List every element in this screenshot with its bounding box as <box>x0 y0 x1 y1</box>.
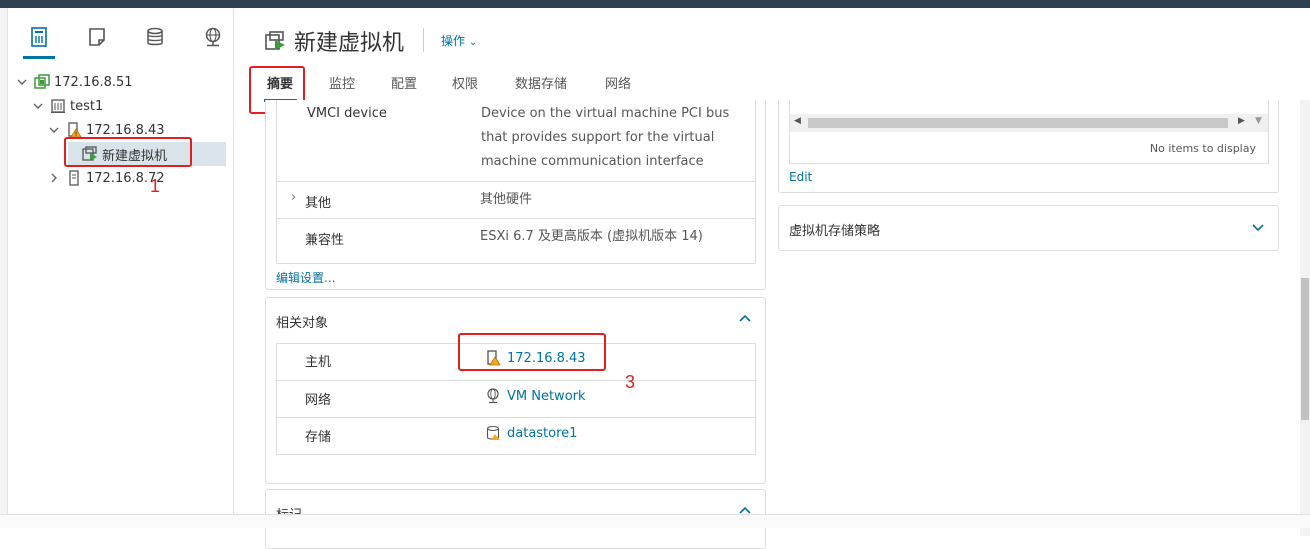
actions-label: 操作 <box>441 34 466 48</box>
tab-networks[interactable]: 网络 <box>605 73 631 92</box>
host-icon <box>31 27 47 47</box>
page-title: 新建虚拟机 <box>294 31 405 56</box>
chevron-right-icon[interactable] <box>48 172 60 184</box>
chevron-up-icon[interactable] <box>737 310 753 326</box>
tree-node-vcenter[interactable]: 172.16.8.51 <box>16 71 133 93</box>
network-globe-icon <box>205 27 221 47</box>
tree-label-vcenter: 172.16.8.51 <box>54 74 133 90</box>
host-warning-icon <box>66 122 82 138</box>
vcenter-icon <box>34 74 50 90</box>
tree-label-host-43: 172.16.8.43 <box>86 122 165 138</box>
tab-configure[interactable]: 配置 <box>391 73 417 92</box>
vms-templates-tab[interactable] <box>86 26 108 48</box>
vm-icon <box>89 28 105 46</box>
related-objects-card: 相关对象 主机 172.16.8.43 网络 VM Network 存储 dat… <box>265 297 766 484</box>
horizontal-scrollbar[interactable]: ◀ ▶ ▼ <box>790 114 1268 132</box>
vm-powered-icon <box>264 30 286 52</box>
vmci-desc-line-3: machine communication interface <box>481 154 704 169</box>
chevron-down-icon[interactable] <box>16 76 28 88</box>
header-divider <box>423 28 424 52</box>
network-label: 网络 <box>305 393 332 408</box>
chevron-down-icon[interactable] <box>48 124 60 136</box>
page-scrollbar-thumb[interactable] <box>1301 278 1309 420</box>
top-header-bar <box>0 0 1310 8</box>
vm-storage-policy-card[interactable]: 虚拟机存储策略 <box>778 205 1279 251</box>
hardware-table: VMCI device Device on the virtual machin… <box>276 100 756 264</box>
actions-menu-button[interactable]: 操作 ⌄ <box>441 32 477 49</box>
no-items-text: No items to display <box>1149 142 1256 155</box>
tree-node-host-72[interactable]: 172.16.8.72 <box>48 167 165 189</box>
network-globe-icon <box>485 388 501 404</box>
database-icon <box>147 27 163 46</box>
hardware-row-other[interactable]: › 其他 其他硬件 <box>277 181 755 218</box>
chevron-down-icon[interactable] <box>32 100 44 112</box>
chevron-down-icon[interactable] <box>1250 219 1266 235</box>
network-link[interactable]: VM Network <box>485 388 586 404</box>
navigator-tabs <box>8 8 234 64</box>
tab-datastores[interactable]: 数据存储 <box>515 73 567 92</box>
other-value: 其他硬件 <box>480 192 533 207</box>
other-label: 其他 <box>305 196 332 211</box>
storage-link[interactable]: datastore1 <box>485 425 577 441</box>
main-content: 新建虚拟机 操作 ⌄ 摘要 监控 配置 权限 数据存储 网络 2 VMCI de… <box>236 8 1310 549</box>
scroll-right-icon[interactable]: ▶ <box>1238 116 1245 126</box>
scroll-down-icon[interactable]: ▼ <box>1255 116 1262 126</box>
compat-label: 兼容性 <box>305 233 345 248</box>
scroll-left-icon[interactable]: ◀ <box>794 116 801 126</box>
bottom-panel-bar <box>0 514 1310 528</box>
annotation-box-3 <box>458 333 606 371</box>
tab-monitor[interactable]: 监控 <box>329 73 355 92</box>
network-value: VM Network <box>507 388 586 404</box>
vmci-label: VMCI device <box>307 106 387 121</box>
annotation-number-1: 1 <box>150 176 161 196</box>
empty-grid: ◀ ▶ ▼ No items to display <box>789 100 1269 164</box>
related-row-storage: 存储 datastore1 <box>277 417 755 454</box>
storage-value: datastore1 <box>507 425 578 441</box>
related-objects-title: 相关对象 <box>276 316 329 331</box>
storage-tab[interactable] <box>144 26 166 48</box>
related-row-network: 网络 VM Network <box>277 380 755 417</box>
datacenter-icon <box>50 98 66 114</box>
annotation-number-3: 3 <box>625 372 636 392</box>
edit-link[interactable]: Edit <box>789 170 812 184</box>
storage-label: 存储 <box>305 430 332 445</box>
hosts-clusters-tab[interactable] <box>23 26 55 59</box>
annotation-box-1 <box>64 137 192 167</box>
scroll-thumb[interactable] <box>808 118 1228 128</box>
tree-label-datacenter: test1 <box>70 98 104 114</box>
networking-tab[interactable] <box>202 26 224 48</box>
compat-value: ESXi 6.7 及更高版本 (虚拟机版本 14) <box>480 229 703 244</box>
navigator-pane: 172.16.8.51 test1 172.16.8.43 新建虚拟机 172.… <box>8 8 234 528</box>
host-label: 主机 <box>305 355 332 370</box>
host-icon <box>66 170 82 186</box>
edit-settings-link[interactable]: 编辑设置... <box>276 269 335 286</box>
hardware-row-compat: 兼容性 ESXi 6.7 及更高版本 (虚拟机版本 14) <box>277 218 755 256</box>
vmci-desc-line-1: Device on the virtual machine PCI bus <box>481 106 730 121</box>
tree-node-datacenter[interactable]: test1 <box>32 95 103 117</box>
left-edge-strip <box>0 8 8 528</box>
datastore-icon <box>485 425 501 441</box>
chevron-down-icon: ⌄ <box>468 37 478 48</box>
vmci-desc-line-2: that provides support for the virtual <box>481 130 715 145</box>
storage-policy-title: 虚拟机存储策略 <box>789 224 881 239</box>
vm-hardware-card: VMCI device Device on the virtual machin… <box>265 100 766 290</box>
chevron-right-icon[interactable]: › <box>291 190 296 205</box>
right-top-card: ◀ ▶ ▼ No items to display Edit <box>778 100 1279 193</box>
tab-permissions[interactable]: 权限 <box>452 73 478 92</box>
